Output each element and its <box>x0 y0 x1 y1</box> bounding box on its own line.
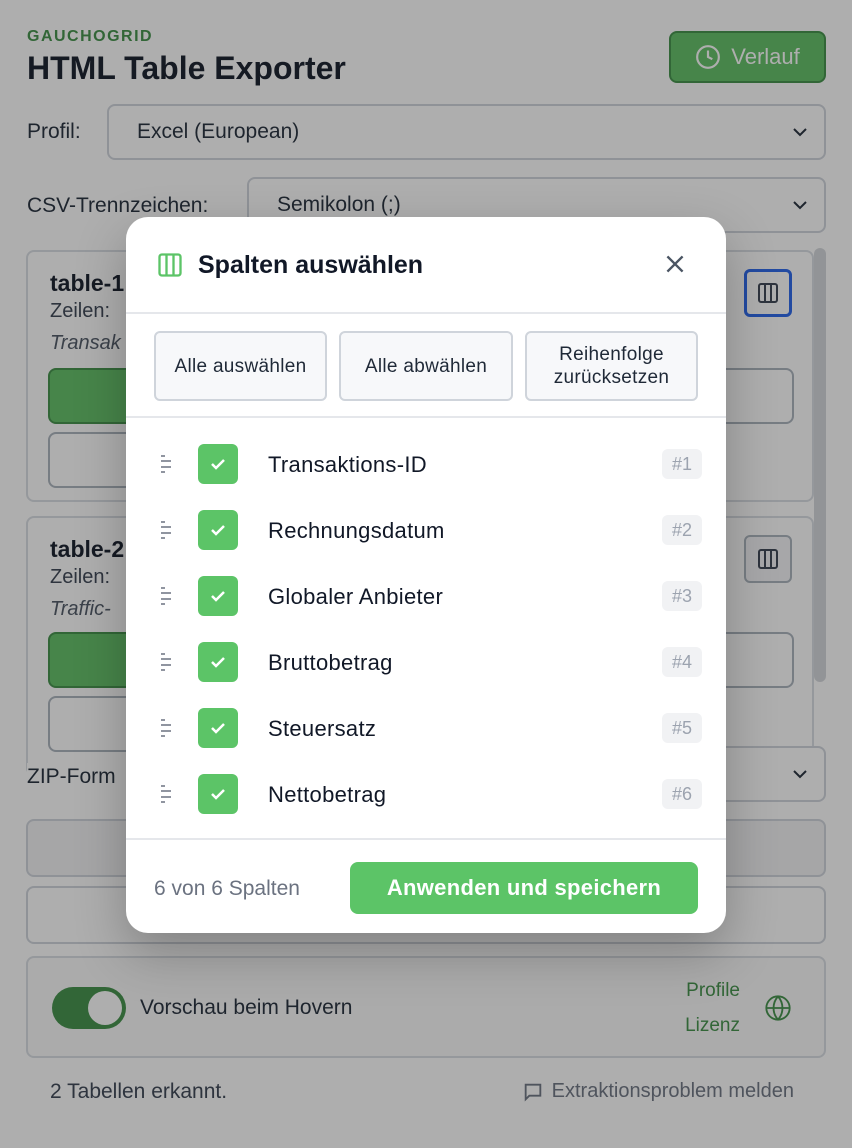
apply-save-button[interactable]: Anwenden und speichern <box>350 862 698 914</box>
column-name: Steuersatz <box>268 716 377 741</box>
column-number-badge: #3 <box>662 581 702 611</box>
checkmark-icon <box>211 591 225 602</box>
column-list: Transaktions-ID #1 Rechnungsdatum #2 Glo… <box>126 418 726 838</box>
column-row[interactable]: Rechnungsdatum #2 <box>126 497 726 563</box>
modal-header: Spalten auswählen <box>126 217 726 314</box>
column-row[interactable]: Globaler Anbieter #3 <box>126 563 726 629</box>
checkmark-icon <box>211 459 225 470</box>
select-all-button[interactable]: Alle auswählen <box>154 331 327 401</box>
column-name: Nettobetrag <box>268 782 387 807</box>
checkmark-icon <box>211 657 225 668</box>
reset-order-line2: zurücksetzen <box>553 367 670 388</box>
column-name: Globaler Anbieter <box>268 584 444 609</box>
close-icon[interactable] <box>662 251 688 277</box>
column-number-badge: #6 <box>662 779 702 809</box>
column-row[interactable]: Nettobetrag #6 <box>126 761 726 827</box>
drag-handle-icon[interactable] <box>160 651 172 673</box>
column-number-badge: #5 <box>662 713 702 743</box>
drag-handle-icon[interactable] <box>160 453 172 475</box>
column-name: Bruttobetrag <box>268 650 393 675</box>
column-row[interactable]: Bruttobetrag #4 <box>126 629 726 695</box>
modal-footer: 6 von 6 Spalten Anwenden und speichern <box>126 838 726 933</box>
reset-order-button[interactable]: Reihenfolge zurücksetzen <box>525 331 698 401</box>
reset-order-line1: Reihenfolge <box>559 344 664 365</box>
column-checkbox[interactable] <box>198 444 238 484</box>
drag-handle-icon[interactable] <box>160 717 172 739</box>
column-checkbox[interactable] <box>198 774 238 814</box>
column-select-modal: Spalten auswählen Alle auswählen Alle ab… <box>126 217 726 933</box>
columns-icon <box>158 253 182 277</box>
column-number-badge: #1 <box>662 449 702 479</box>
column-checkbox[interactable] <box>198 576 238 616</box>
checkmark-icon <box>211 789 225 800</box>
column-checkbox[interactable] <box>198 510 238 550</box>
drag-handle-icon[interactable] <box>160 783 172 805</box>
deselect-all-button[interactable]: Alle abwählen <box>339 331 513 401</box>
checkmark-icon <box>211 723 225 734</box>
column-count-text: 6 von 6 Spalten <box>154 877 300 900</box>
column-name: Transaktions-ID <box>268 452 427 477</box>
modal-actions: Alle auswählen Alle abwählen Reihenfolge… <box>126 314 726 418</box>
drag-handle-icon[interactable] <box>160 585 172 607</box>
column-row[interactable]: Steuersatz #5 <box>126 695 726 761</box>
column-checkbox[interactable] <box>198 708 238 748</box>
column-row[interactable]: Transaktions-ID #1 <box>126 431 726 497</box>
checkmark-icon <box>211 525 225 536</box>
column-name: Rechnungsdatum <box>268 518 445 543</box>
modal-title: Spalten auswählen <box>198 251 424 279</box>
column-number-badge: #4 <box>662 647 702 677</box>
drag-handle-icon[interactable] <box>160 519 172 541</box>
column-checkbox[interactable] <box>198 642 238 682</box>
column-number-badge: #2 <box>662 515 702 545</box>
